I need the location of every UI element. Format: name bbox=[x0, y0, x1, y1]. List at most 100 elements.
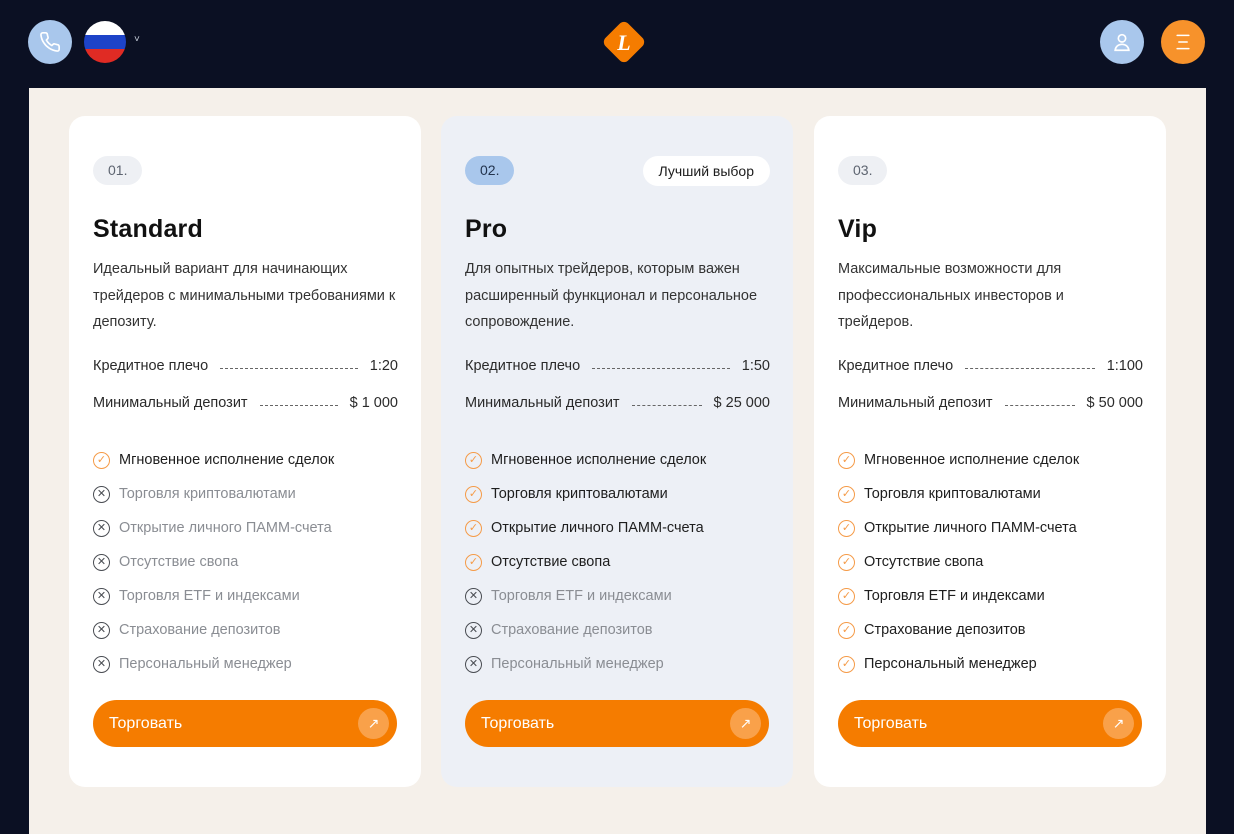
feature-label: Торговля ETF и индексами bbox=[119, 588, 300, 604]
check-circle-icon: ✓ bbox=[838, 519, 855, 537]
plan-title: Pro bbox=[465, 215, 508, 243]
menu-icon bbox=[1176, 34, 1190, 50]
feature-item: ✓ Отсутствие свопа bbox=[465, 545, 770, 579]
dotted-leader bbox=[1004, 404, 1075, 406]
feature-item: ✕ Торговля ETF и индексами bbox=[465, 579, 770, 613]
plan-description: Идеальный вариант для начинающих трейдер… bbox=[93, 261, 396, 330]
dotted-leader bbox=[965, 367, 1095, 369]
feature-label: Торговля криптовалютами bbox=[491, 486, 668, 502]
feature-label: Страхование депозитов bbox=[491, 622, 653, 638]
user-icon bbox=[1114, 33, 1130, 52]
arrow-up-right-icon: ↗ bbox=[730, 708, 761, 739]
feature-item: ✓ Открытие личного ПАММ-счета bbox=[838, 511, 1143, 545]
deposit-value: $ 1 000 bbox=[349, 395, 398, 411]
feature-label: Мгновенное исполнение сделок bbox=[119, 452, 335, 468]
dotted-leader bbox=[592, 367, 730, 369]
best-choice-badge: Лучший выбор bbox=[642, 156, 770, 186]
logo-letter: L bbox=[616, 30, 630, 55]
flag-stripe-red bbox=[84, 48, 126, 63]
top-header: ˅ L bbox=[0, 0, 1234, 88]
feature-label: Отсутствие свопа bbox=[864, 554, 984, 570]
check-circle-icon: ✓ bbox=[838, 553, 855, 571]
dotted-leader bbox=[259, 404, 338, 406]
feature-label: Мгновенное исполнение сделок bbox=[491, 452, 707, 468]
plan-card-header: 02. Лучший выбор bbox=[465, 156, 770, 186]
feature-item: ✓ Торговля ETF и индексами bbox=[838, 579, 1143, 613]
x-circle-icon: ✕ bbox=[465, 587, 482, 605]
feature-item: ✓ Торговля криптовалютами bbox=[838, 477, 1143, 511]
plan-card-header: 01. bbox=[93, 156, 398, 185]
leverage-value: 1:20 bbox=[369, 358, 398, 374]
x-circle-icon: ✕ bbox=[465, 655, 482, 673]
plan-card-pro: 02. Лучший выбор Pro Для опытных трейдер… bbox=[441, 116, 793, 787]
feature-item: ✓ Мгновенное исполнение сделок bbox=[838, 443, 1143, 477]
trade-button[interactable]: Торговать ↗ bbox=[838, 700, 1142, 747]
trade-button[interactable]: Торговать ↗ bbox=[93, 700, 397, 747]
plan-card-content: 03. Vip Максимальные возможности для про… bbox=[838, 156, 1143, 681]
feature-label: Открытие личного ПАММ-счета bbox=[119, 520, 332, 536]
feature-label: Торговля ETF и индексами bbox=[864, 588, 1045, 604]
feature-item: ✓ Мгновенное исполнение сделок bbox=[465, 443, 770, 477]
leverage-row: Кредитное плечо 1:20 bbox=[93, 356, 398, 376]
phone-icon bbox=[40, 32, 60, 52]
check-circle-icon: ✓ bbox=[838, 485, 855, 503]
feature-item: ✕ Открытие личного ПАММ-счета bbox=[93, 511, 398, 545]
leverage-row: Кредитное плечо 1:50 bbox=[465, 356, 770, 376]
leverage-label: Кредитное плечо bbox=[93, 358, 209, 374]
plan-number-badge: 03. bbox=[838, 156, 888, 185]
feature-item: ✓ Отсутствие свопа bbox=[838, 545, 1143, 579]
menu-button[interactable] bbox=[1161, 20, 1205, 64]
deposit-row: Минимальный депозит $ 50 000 bbox=[838, 393, 1143, 413]
feature-label: Персональный менеджер bbox=[119, 656, 292, 672]
feature-label: Торговля криптовалютами bbox=[864, 486, 1041, 502]
pricing-panel: 01. Standard Идеальный вариант для начин… bbox=[29, 88, 1206, 834]
x-circle-icon: ✕ bbox=[465, 621, 482, 639]
check-circle-icon: ✓ bbox=[465, 553, 482, 571]
feature-item: ✓ Мгновенное исполнение сделок bbox=[93, 443, 398, 477]
flag-stripe-blue bbox=[84, 34, 126, 49]
leverage-label: Кредитное плечо bbox=[838, 358, 954, 374]
feature-list: ✓ Мгновенное исполнение сделок ✓ Торговля … bbox=[838, 443, 1143, 681]
deposit-label: Минимальный депозит bbox=[465, 395, 620, 411]
phone-button[interactable] bbox=[28, 20, 72, 64]
trade-button-label: Торговать bbox=[481, 714, 555, 732]
plan-description: Для опытных трейдеров, которым важен рас… bbox=[465, 261, 758, 330]
feature-label: Персональный менеджер bbox=[864, 656, 1037, 672]
x-circle-icon: ✕ bbox=[93, 485, 110, 503]
feature-item: ✓ Персональный менеджер bbox=[838, 647, 1143, 681]
logo-icon[interactable]: L bbox=[600, 18, 648, 66]
feature-label: Отсутствие свопа bbox=[491, 554, 611, 570]
feature-item: ✕ Персональный менеджер bbox=[465, 647, 770, 681]
feature-label: Торговля ETF и индексами bbox=[491, 588, 672, 604]
check-circle-icon: ✓ bbox=[838, 621, 855, 639]
deposit-row: Минимальный депозит $ 1 000 bbox=[93, 393, 398, 413]
deposit-value: $ 25 000 bbox=[713, 395, 770, 411]
trade-button[interactable]: Торговать ↗ bbox=[465, 700, 769, 747]
feature-label: Открытие личного ПАММ-счета bbox=[864, 520, 1077, 536]
check-circle-icon: ✓ bbox=[465, 451, 482, 469]
x-circle-icon: ✕ bbox=[93, 587, 110, 605]
x-circle-icon: ✕ bbox=[93, 621, 110, 639]
user-button[interactable] bbox=[1100, 20, 1144, 64]
deposit-row: Минимальный депозит $ 25 000 bbox=[465, 393, 770, 413]
trade-button-label: Торговать bbox=[854, 714, 928, 732]
feature-item: ✕ Отсутствие свопа bbox=[93, 545, 398, 579]
chevron-down-icon[interactable]: ˅ bbox=[134, 34, 140, 45]
trade-button-label: Торговать bbox=[109, 714, 183, 732]
feature-list: ✓ Мгновенное исполнение сделок ✓ Торговля … bbox=[465, 443, 770, 681]
check-circle-icon: ✓ bbox=[465, 485, 482, 503]
feature-item: ✕ Персональный менеджер bbox=[93, 647, 398, 681]
check-circle-icon: ✓ bbox=[93, 451, 110, 469]
leverage-value: 1:50 bbox=[741, 358, 770, 374]
arrow-up-right-icon: ↗ bbox=[358, 708, 389, 739]
plan-description: Максимальные возможности для профессиона… bbox=[838, 261, 1064, 330]
feature-label: Страхование депозитов bbox=[864, 622, 1026, 638]
plan-card-content: 01. Standard Идеальный вариант для начин… bbox=[93, 156, 398, 681]
check-circle-icon: ✓ bbox=[838, 655, 855, 673]
deposit-value: $ 50 000 bbox=[1086, 395, 1143, 411]
feature-label: Открытие личного ПАММ-счета bbox=[491, 520, 704, 536]
feature-item: ✓ Торговля криптовалютами bbox=[465, 477, 770, 511]
plan-card-header: 03. bbox=[838, 156, 1143, 185]
x-circle-icon: ✕ bbox=[93, 519, 110, 537]
language-flag-button[interactable] bbox=[83, 20, 127, 64]
